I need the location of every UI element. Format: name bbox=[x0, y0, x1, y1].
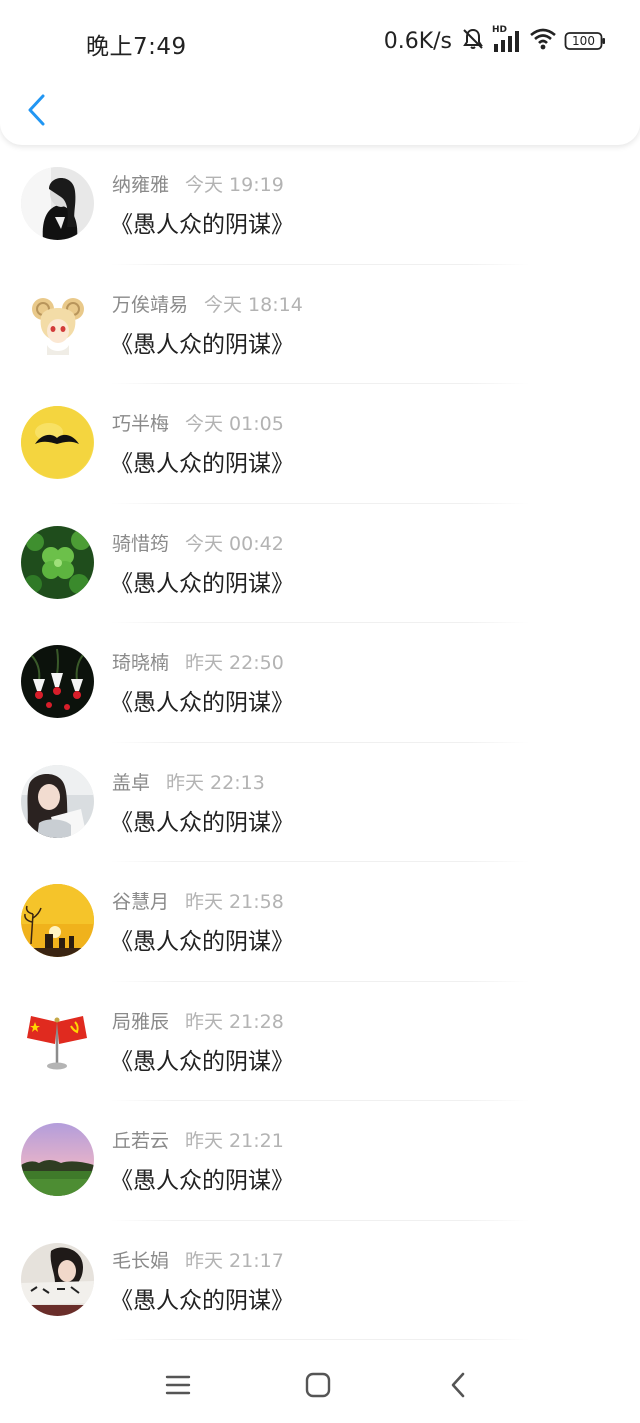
list-item[interactable]: 万俟靖易 今天 18:14 《愚人众的阴谋》 bbox=[0, 265, 640, 384]
message-meta: 巧半梅 今天 01:05 bbox=[112, 412, 284, 436]
message-time: 今天 19:19 bbox=[185, 174, 284, 196]
home-square-icon bbox=[305, 1372, 331, 1398]
list-item[interactable]: 毛长娟 昨天 21:17 《愚人众的阴谋》 bbox=[0, 1221, 640, 1340]
signal-hd-icon: HD bbox=[492, 25, 522, 54]
list-item[interactable]: 骑惜筠 今天 00:42 《愚人众的阴谋》 bbox=[0, 504, 640, 623]
sender-name: 琦晓楠 bbox=[112, 652, 170, 674]
status-time: 晚上7:49 bbox=[86, 34, 187, 60]
message-meta: 纳雍雅 今天 19:19 bbox=[112, 173, 284, 197]
message-meta: 局雅辰 昨天 21:28 bbox=[112, 1010, 284, 1034]
message-text: 《愚人众的阴谋》 bbox=[110, 690, 294, 716]
sender-name: 纳雍雅 bbox=[112, 174, 170, 196]
message-time: 昨天 21:17 bbox=[185, 1249, 284, 1272]
list-item[interactable]: 局雅辰 昨天 21:28 《愚人众的阴谋》 bbox=[0, 982, 640, 1101]
recents-button[interactable] bbox=[158, 1367, 198, 1403]
avatar[interactable] bbox=[21, 167, 94, 240]
message-time: 昨天 21:58 bbox=[185, 891, 284, 913]
message-text: 《愚人众的阴谋》 bbox=[110, 1287, 294, 1314]
message-meta: 谷慧月 昨天 21:58 bbox=[112, 890, 284, 914]
message-text: 《愚人众的阴谋》 bbox=[110, 929, 294, 955]
sender-name: 万俟靖易 bbox=[112, 293, 189, 316]
sender-name: 局雅辰 bbox=[112, 1010, 170, 1033]
message-list: 纳雍雅 今天 19:19 《愚人众的阴谋》 万俟靖易 今天 18:14 《愚人众的阴… bbox=[0, 145, 640, 1340]
sender-name: 盖卓 bbox=[112, 771, 151, 794]
message-text: 《愚人众的阴谋》 bbox=[110, 809, 294, 836]
list-item[interactable]: 盖卓 昨天 22:13 《愚人众的阴谋》 bbox=[0, 743, 640, 862]
battery-icon: 100 bbox=[564, 30, 606, 52]
avatar[interactable] bbox=[21, 286, 94, 360]
message-time: 昨天 21:28 bbox=[185, 1010, 284, 1033]
battery-level: 100 bbox=[572, 34, 595, 48]
system-nav-bar bbox=[0, 1345, 640, 1423]
network-speed: 0.6K/s bbox=[383, 28, 452, 54]
chevron-left-icon bbox=[28, 94, 45, 126]
avatar[interactable] bbox=[21, 884, 94, 957]
message-time: 昨天 22:13 bbox=[166, 771, 265, 794]
list-item[interactable]: 琦晓楠 昨天 22:50 《愚人众的阴谋》 bbox=[0, 623, 640, 743]
back-button[interactable] bbox=[18, 88, 54, 132]
message-meta: 琦晓楠 昨天 22:50 bbox=[112, 651, 284, 675]
hd-label: HD bbox=[492, 25, 508, 35]
avatar[interactable] bbox=[21, 1123, 94, 1196]
menu-icon bbox=[165, 1375, 191, 1395]
bell-muted-icon bbox=[460, 26, 486, 56]
sender-name: 毛长娟 bbox=[112, 1249, 170, 1272]
divider bbox=[110, 1339, 530, 1340]
avatar[interactable] bbox=[21, 764, 94, 838]
message-meta: 毛长娟 昨天 21:17 bbox=[112, 1249, 284, 1273]
list-item[interactable]: 谷慧月 昨天 21:58 《愚人众的阴谋》 bbox=[0, 862, 640, 982]
avatar[interactable] bbox=[21, 406, 94, 479]
list-item[interactable]: 纳雍雅 今天 19:19 《愚人众的阴谋》 bbox=[0, 145, 640, 265]
message-text: 《愚人众的阴谋》 bbox=[110, 570, 294, 597]
nav-back-button[interactable] bbox=[438, 1367, 478, 1403]
status-bar: 晚上7:49 0.6K/s HD 100 bbox=[0, 0, 640, 80]
message-meta: 骑惜筠 今天 00:42 bbox=[112, 532, 284, 556]
message-text: 《愚人众的阴谋》 bbox=[110, 1048, 294, 1075]
list-item[interactable]: 丘若云 昨天 21:21 《愚人众的阴谋》 bbox=[0, 1101, 640, 1221]
message-text: 《愚人众的阴谋》 bbox=[110, 331, 294, 358]
message-time: 今天 00:42 bbox=[185, 532, 284, 555]
status-icons: 0.6K/s HD 100 bbox=[383, 25, 606, 56]
home-button[interactable] bbox=[298, 1367, 338, 1403]
message-time: 昨天 22:50 bbox=[185, 652, 284, 674]
message-time: 昨天 21:21 bbox=[185, 1130, 284, 1152]
avatar[interactable] bbox=[21, 645, 94, 718]
avatar[interactable] bbox=[21, 1242, 94, 1316]
message-text: 《愚人众的阴谋》 bbox=[110, 212, 294, 238]
message-meta: 丘若云 昨天 21:21 bbox=[112, 1129, 284, 1153]
list-item[interactable]: 巧半梅 今天 01:05 《愚人众的阴谋》 bbox=[0, 384, 640, 504]
sender-name: 巧半梅 bbox=[112, 413, 170, 435]
message-time: 今天 01:05 bbox=[185, 413, 284, 435]
sender-name: 谷慧月 bbox=[112, 891, 170, 913]
avatar[interactable] bbox=[21, 1003, 94, 1077]
message-meta: 盖卓 昨天 22:13 bbox=[112, 771, 265, 795]
sender-name: 丘若云 bbox=[112, 1130, 170, 1152]
avatar[interactable] bbox=[21, 525, 94, 599]
wifi-icon bbox=[528, 26, 558, 56]
back-chevron-icon bbox=[451, 1372, 465, 1398]
message-text: 《愚人众的阴谋》 bbox=[110, 451, 294, 477]
message-text: 《愚人众的阴谋》 bbox=[110, 1168, 294, 1194]
sender-name: 骑惜筠 bbox=[112, 532, 170, 555]
message-meta: 万俟靖易 今天 18:14 bbox=[112, 293, 303, 317]
header: 晚上7:49 0.6K/s HD 100 bbox=[0, 0, 640, 145]
message-time: 今天 18:14 bbox=[204, 293, 303, 316]
